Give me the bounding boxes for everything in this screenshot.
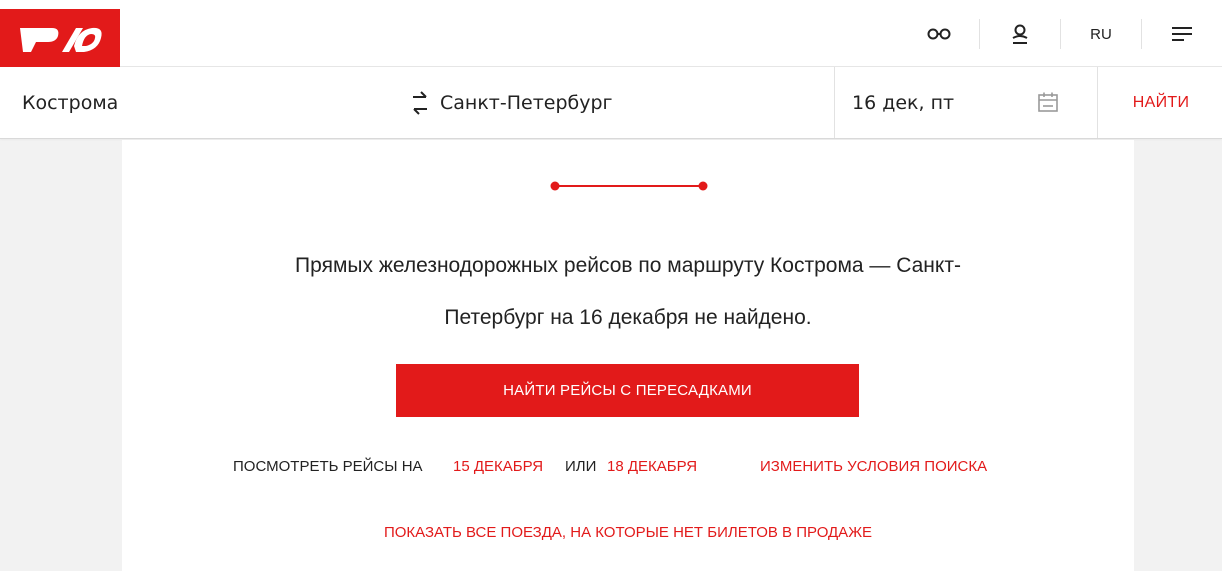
menu-icon xyxy=(1172,27,1192,41)
profile-button[interactable] xyxy=(980,14,1060,54)
swap-direction-icon[interactable] xyxy=(410,89,430,117)
message-line: Прямых железнодорожных рейсов по маршрут… xyxy=(295,254,961,277)
route-decoration-icon xyxy=(550,181,708,191)
change-search-link[interactable]: ИЗМЕНИТЬ УСЛОВИЯ ПОИСКА xyxy=(760,458,987,475)
language-label: RU xyxy=(1090,25,1112,43)
language-switch[interactable]: RU xyxy=(1061,14,1141,54)
show-all-trains-link[interactable]: ПОКАЗАТЬ ВСЕ ПОЕЗДА, НА КОТОРЫЕ НЕТ БИЛЕ… xyxy=(122,524,1134,541)
arrival-field[interactable]: Санкт-Петербург xyxy=(440,67,830,138)
see-trains-label: ПОСМОТРЕТЬ РЕЙСЫ НА xyxy=(233,458,423,475)
no-trains-message: Прямых железнодорожных рейсов по маршрут… xyxy=(192,240,1064,344)
find-button[interactable]: НАЙТИ xyxy=(1100,67,1222,138)
main-menu-button[interactable] xyxy=(1142,14,1222,54)
alternative-dates-row: ПОСМОТРЕТЬ РЕЙСЫ НА 15 ДЕКАБРЯ ИЛИ 18 ДЕ… xyxy=(122,458,1134,480)
search-divider xyxy=(1097,67,1098,138)
rzd-logo[interactable] xyxy=(0,9,120,67)
departure-value: Кострома xyxy=(22,91,119,114)
date-field[interactable]: 16 дек, пт xyxy=(852,67,1062,138)
rzd-logo-mark xyxy=(20,27,102,52)
next-date-link[interactable]: 18 ДЕКАБРЯ xyxy=(607,458,697,475)
user-icon xyxy=(1012,24,1028,44)
search-bar: Кострома Санкт-Петербург 16 дек, пт НАЙТ… xyxy=(0,67,1222,139)
header-tools: RU xyxy=(899,14,1222,54)
top-bar: RU xyxy=(0,0,1222,67)
or-label: ИЛИ xyxy=(565,458,597,475)
prev-date-link[interactable]: 15 ДЕКАБРЯ xyxy=(453,458,543,475)
search-divider xyxy=(834,67,835,138)
find-transfers-button[interactable]: НАЙТИ РЕЙСЫ С ПЕРЕСАДКАМИ xyxy=(396,364,859,417)
accessibility-button[interactable] xyxy=(899,14,979,54)
date-value: 16 дек, пт xyxy=(852,91,955,114)
calendar-icon[interactable] xyxy=(1037,91,1059,113)
departure-field[interactable]: Кострома xyxy=(0,67,410,138)
arrival-value: Санкт-Петербург xyxy=(440,91,613,114)
glasses-icon xyxy=(927,28,951,40)
message-line: Петербург на 16 декабря не найдено. xyxy=(444,306,812,329)
result-card: Прямых железнодорожных рейсов по маршрут… xyxy=(122,140,1134,571)
